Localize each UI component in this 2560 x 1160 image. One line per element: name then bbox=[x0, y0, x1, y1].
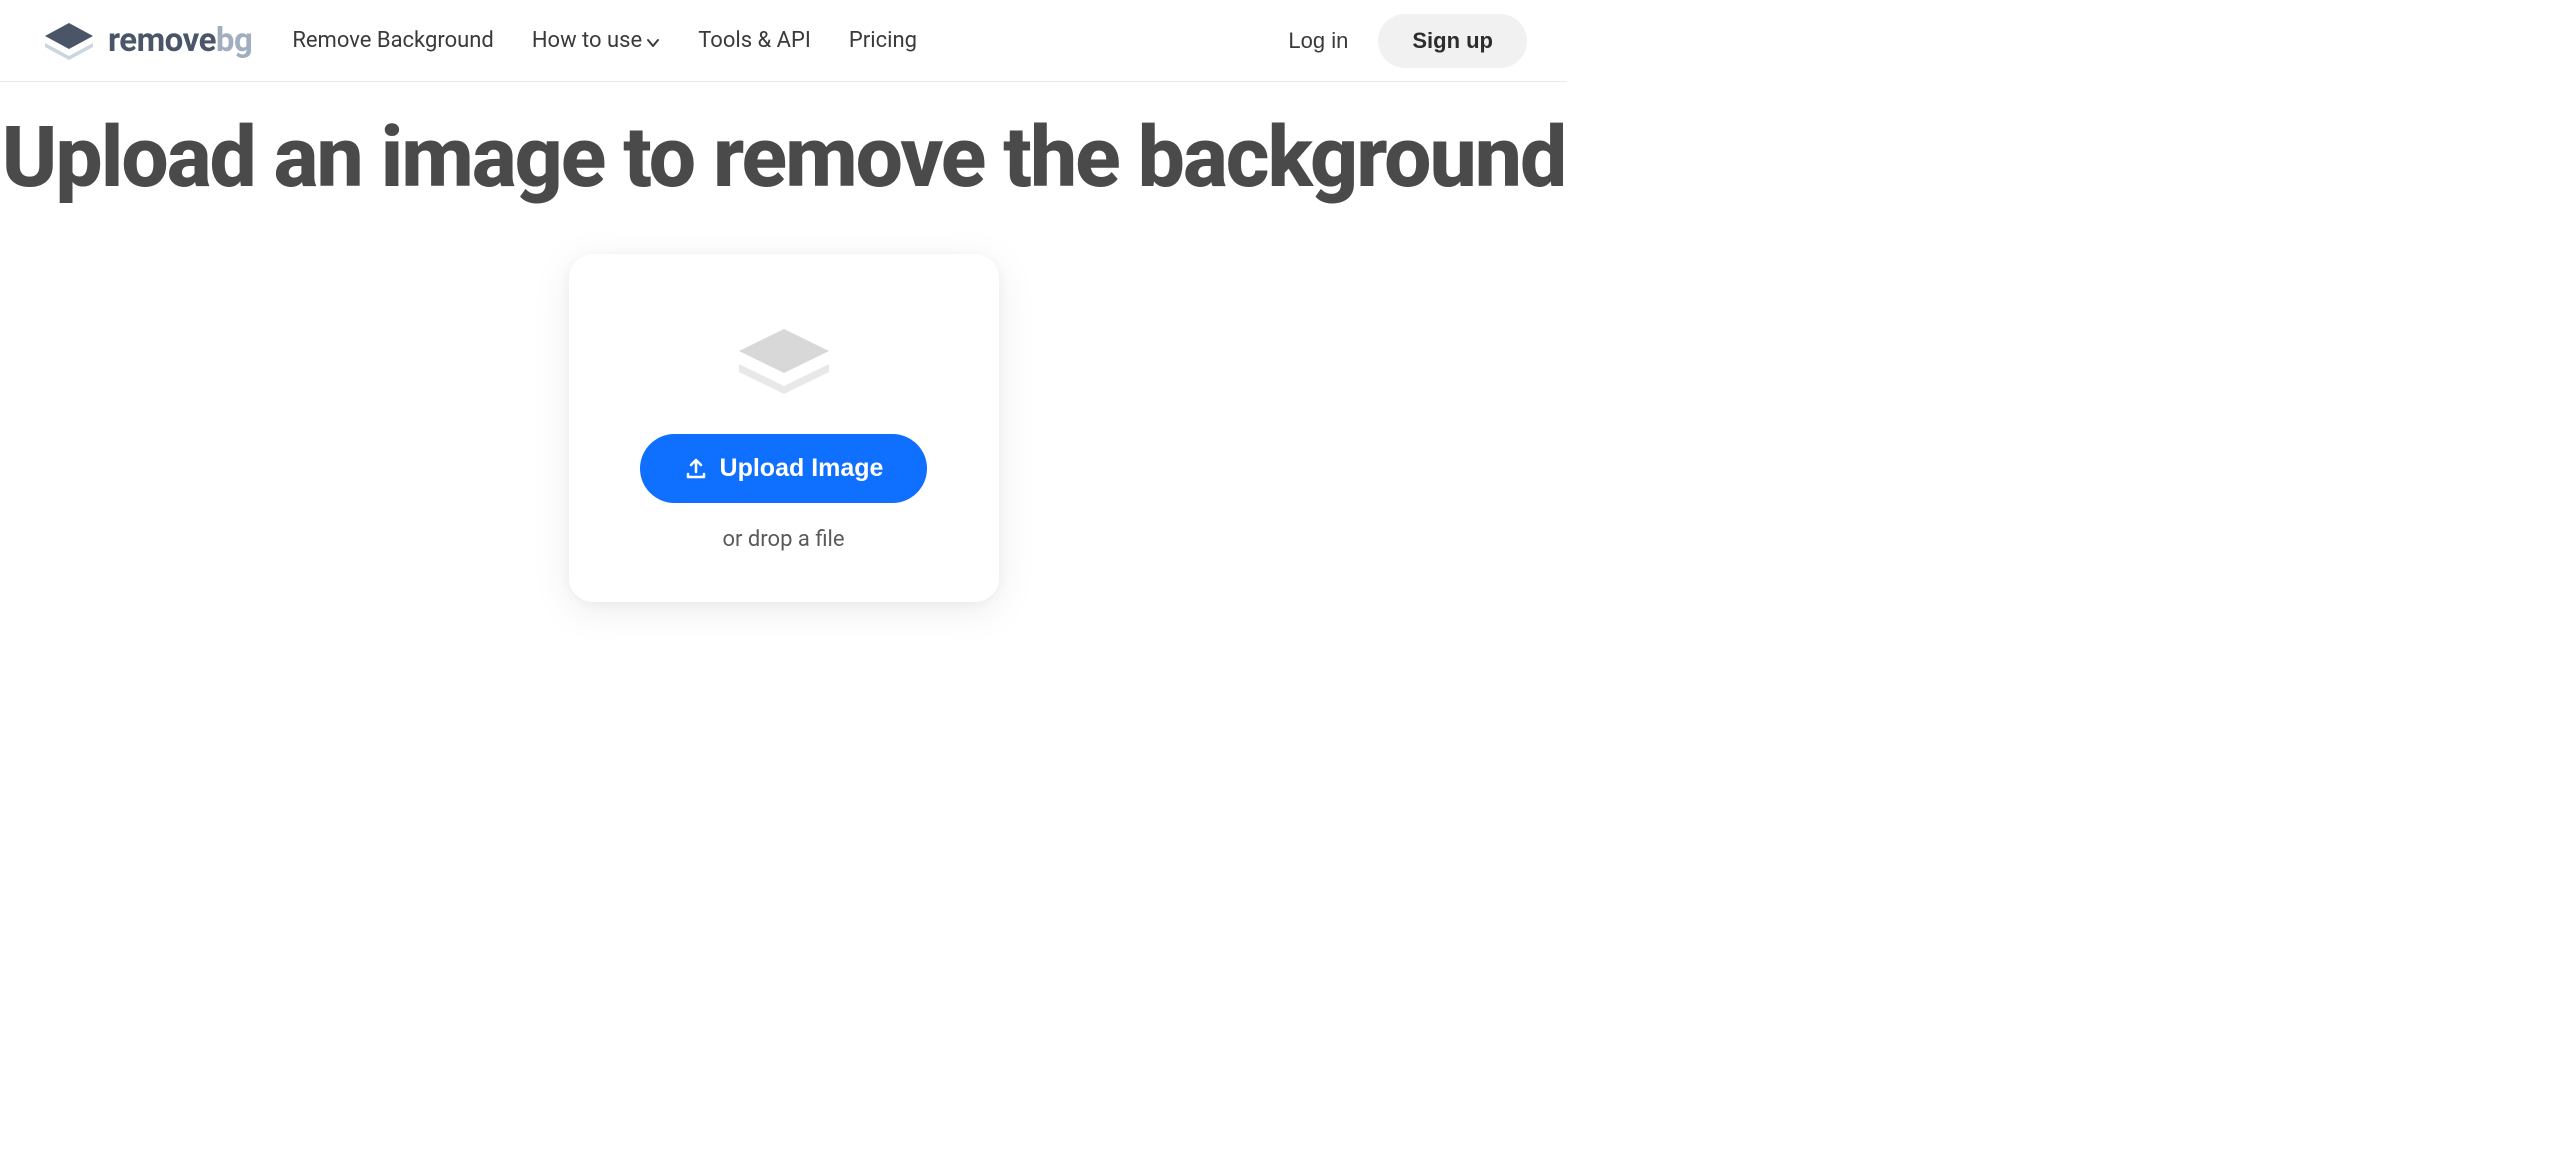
chevron-down-icon bbox=[646, 36, 660, 50]
logo-text: removebg bbox=[108, 21, 252, 60]
upload-image-button[interactable]: Upload Image bbox=[640, 434, 928, 503]
nav-remove-background[interactable]: Remove Background bbox=[292, 28, 494, 53]
logo-icon bbox=[40, 21, 98, 61]
login-button[interactable]: Log in bbox=[1288, 28, 1348, 54]
main-content: Upload an image to remove the background… bbox=[0, 82, 1567, 602]
drop-file-text: or drop a file bbox=[722, 527, 844, 552]
logo[interactable]: removebg bbox=[40, 21, 252, 61]
upload-button-label: Upload Image bbox=[720, 454, 884, 483]
nav-how-to-use[interactable]: How to use bbox=[532, 28, 660, 53]
main-nav: Remove Background How to use Tools & API… bbox=[292, 28, 1288, 53]
upload-icon bbox=[684, 457, 708, 481]
nav-pricing[interactable]: Pricing bbox=[849, 28, 917, 53]
signup-button[interactable]: Sign up bbox=[1378, 14, 1527, 68]
upload-card[interactable]: Upload Image or drop a file bbox=[569, 254, 999, 602]
nav-tools-api[interactable]: Tools & API bbox=[698, 28, 811, 53]
page-title: Upload an image to remove the background bbox=[0, 112, 1567, 204]
header: removebg Remove Background How to use To… bbox=[0, 0, 1567, 82]
layers-icon bbox=[729, 324, 839, 399]
auth-section: Log in Sign up bbox=[1288, 14, 1527, 68]
